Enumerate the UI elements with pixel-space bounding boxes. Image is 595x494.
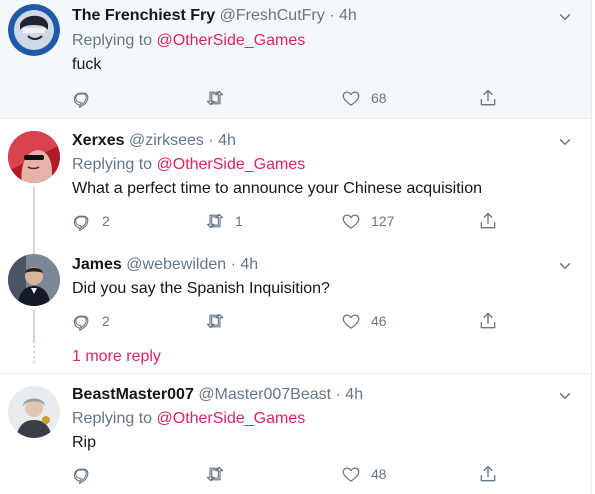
like-count: 48: [371, 466, 387, 482]
tweet-text: Rip: [72, 434, 97, 451]
share-button[interactable]: [478, 464, 498, 484]
share-icon: [478, 311, 498, 331]
reply-button[interactable]: [72, 88, 102, 108]
tweet[interactable]: BeastMaster007 @Master007Beast · 4h Repl…: [0, 374, 591, 494]
separator: ·: [208, 132, 214, 149]
user-handle[interactable]: @webewilden: [126, 256, 226, 273]
user-handle[interactable]: @FreshCutFry: [220, 7, 325, 24]
replying-to: Replying to @OtherSide_Games: [72, 156, 305, 174]
mention-link[interactable]: @OtherSide_Games: [157, 410, 306, 427]
retweet-button[interactable]: [205, 464, 235, 484]
replies-timeline: The Frenchiest Fry @FreshCutFry · 4h Rep…: [0, 0, 592, 494]
tweet-header: BeastMaster007 @Master007Beast · 4h: [72, 386, 363, 404]
retweet-icon: [205, 464, 225, 484]
tweet-text: Did you say the Spanish Inquisition?: [72, 280, 330, 297]
share-icon: [478, 211, 498, 231]
like-icon: [341, 211, 361, 231]
user-handle[interactable]: @zirksees: [129, 132, 204, 149]
retweet-button[interactable]: [205, 88, 235, 108]
tweet-header: James @webewilden · 4h: [72, 256, 258, 274]
avatar[interactable]: [8, 254, 60, 306]
separator: ·: [230, 256, 236, 273]
like-icon: [341, 311, 361, 331]
reply-count: 2: [102, 213, 110, 229]
chevron-down-icon[interactable]: [556, 257, 574, 275]
share-button[interactable]: [478, 311, 498, 331]
reply-icon: [72, 311, 92, 331]
retweet-icon: [205, 211, 225, 231]
thread-dots: [33, 346, 35, 366]
reply-count: 2: [102, 313, 110, 329]
like-button[interactable]: 127: [341, 211, 394, 231]
tweet-text: What a perfect time to announce your Chi…: [72, 180, 483, 197]
replying-to-label: Replying to: [72, 410, 153, 427]
like-button[interactable]: 46: [341, 311, 387, 331]
tweet-text: fuck: [72, 56, 102, 73]
display-name[interactable]: Xerxes: [72, 132, 125, 149]
retweet-icon: [205, 311, 225, 331]
replying-to-label: Replying to: [72, 32, 153, 49]
timestamp[interactable]: 4h: [218, 132, 236, 149]
timestamp[interactable]: 4h: [339, 7, 357, 24]
tweet-header: Xerxes @zirksees · 4h: [72, 132, 236, 150]
retweet-count: 1: [235, 213, 243, 229]
like-icon: [341, 464, 361, 484]
avatar[interactable]: [8, 4, 60, 56]
reply-icon: [72, 88, 92, 108]
display-name[interactable]: The Frenchiest Fry: [72, 7, 215, 24]
share-button[interactable]: [478, 88, 498, 108]
like-count: 127: [371, 213, 395, 229]
thread-line: [33, 243, 35, 254]
reply-button[interactable]: 2: [72, 211, 110, 231]
tweet[interactable]: James @webewilden · 4h Did you say the S…: [0, 243, 591, 343]
like-button[interactable]: 68: [341, 88, 387, 108]
like-button[interactable]: 48: [341, 464, 387, 484]
replying-to: Replying to @OtherSide_Games: [72, 410, 305, 428]
mention-link[interactable]: @OtherSide_Games: [157, 156, 306, 173]
replying-to: Replying to @OtherSide_Games: [72, 32, 305, 50]
like-count: 46: [371, 313, 387, 329]
chevron-down-icon[interactable]: [556, 8, 574, 26]
avatar[interactable]: [8, 131, 60, 183]
timestamp[interactable]: 4h: [345, 386, 363, 403]
retweet-icon: [205, 88, 225, 108]
share-icon: [478, 464, 498, 484]
thread-line: [33, 310, 35, 343]
reply-icon: [72, 464, 92, 484]
tweet[interactable]: Xerxes @zirksees · 4h Replying to @Other…: [0, 119, 591, 243]
share-icon: [478, 88, 498, 108]
share-button[interactable]: [478, 211, 498, 231]
reply-button[interactable]: 2: [72, 311, 110, 331]
timestamp[interactable]: 4h: [240, 256, 258, 273]
retweet-button[interactable]: [205, 311, 235, 331]
separator: ·: [335, 386, 341, 403]
chevron-down-icon[interactable]: [556, 387, 574, 405]
reply-button[interactable]: [72, 464, 102, 484]
reply-icon: [72, 211, 92, 231]
tweet-header: The Frenchiest Fry @FreshCutFry · 4h: [72, 7, 357, 25]
show-more-replies-link[interactable]: 1 more reply: [72, 348, 161, 366]
avatar[interactable]: [8, 386, 60, 438]
user-handle[interactable]: @Master007Beast: [198, 386, 331, 403]
mention-link[interactable]: @OtherSide_Games: [157, 32, 306, 49]
like-count: 68: [371, 90, 387, 106]
display-name[interactable]: James: [72, 256, 122, 273]
display-name[interactable]: BeastMaster007: [72, 386, 194, 403]
replying-to-label: Replying to: [72, 156, 153, 173]
thread-line: [33, 187, 35, 243]
retweet-button[interactable]: 1: [205, 211, 243, 231]
tweet[interactable]: The Frenchiest Fry @FreshCutFry · 4h Rep…: [0, 0, 591, 118]
like-icon: [341, 88, 361, 108]
separator: ·: [329, 7, 335, 24]
chevron-down-icon[interactable]: [556, 133, 574, 151]
